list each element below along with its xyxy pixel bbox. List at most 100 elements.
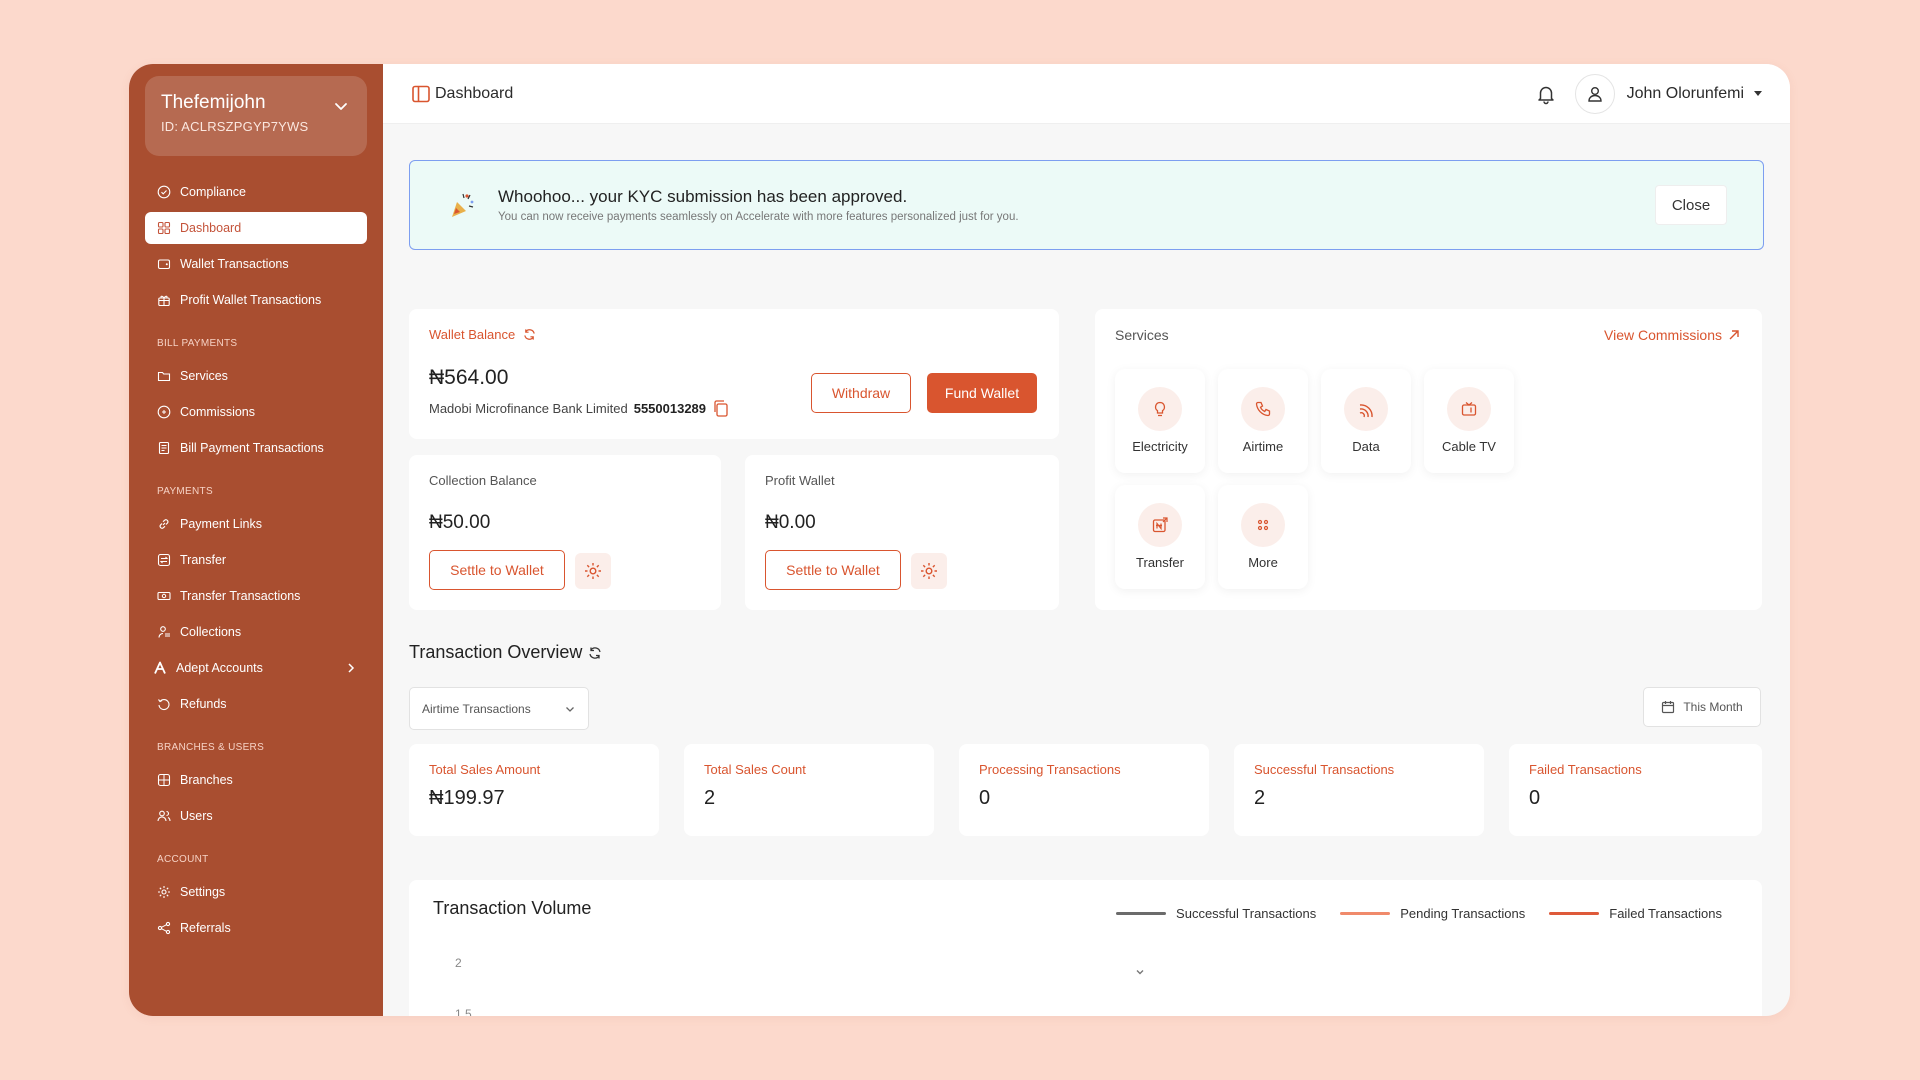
- sidebar-item-profit-wallet-transactions[interactable]: Profit Wallet Transactions: [145, 284, 367, 316]
- service-tile-electricity[interactable]: Electricity: [1115, 369, 1205, 473]
- legend-item-pending[interactable]: Pending Transactions: [1340, 906, 1525, 921]
- service-tile-airtime[interactable]: Airtime: [1218, 369, 1308, 473]
- bank-name: Madobi Microfinance Bank Limited: [429, 401, 628, 416]
- refresh-icon[interactable]: [588, 646, 602, 660]
- collection-balance-amount: ₦50.00: [429, 512, 491, 533]
- settle-to-wallet-button[interactable]: Settle to Wallet: [765, 550, 901, 590]
- caret-down-icon[interactable]: [1754, 91, 1762, 96]
- close-button[interactable]: Close: [1655, 185, 1727, 225]
- collection-settings-button[interactable]: [575, 553, 611, 589]
- sidebar-item-label: Settings: [180, 885, 226, 899]
- legend-label: Failed Transactions: [1609, 906, 1722, 921]
- stat-card-total-sales-amount: Total Sales Amount ₦199.97: [409, 744, 659, 836]
- sidebar-item-label: Bill Payment Transactions: [180, 441, 324, 455]
- copy-icon[interactable]: [713, 400, 729, 417]
- money-icon: [157, 589, 171, 603]
- sidebar-item-bill-payment-transactions[interactable]: Bill Payment Transactions: [145, 432, 367, 464]
- stat-card-successful-transactions: Successful Transactions 2: [1234, 744, 1484, 836]
- y-axis-tick: 1.5: [455, 1007, 472, 1016]
- refresh-icon[interactable]: [523, 328, 536, 341]
- service-tile-data[interactable]: Data: [1321, 369, 1411, 473]
- avatar[interactable]: [1574, 73, 1615, 114]
- branch-icon: [157, 773, 171, 787]
- naira-transfer-icon: [1152, 517, 1168, 533]
- withdraw-button[interactable]: Withdraw: [811, 373, 911, 413]
- sidebar-item-branches[interactable]: Branches: [145, 764, 367, 796]
- gear-icon: [921, 563, 937, 579]
- sidebar-item-collections[interactable]: Collections: [145, 616, 367, 648]
- service-label: Transfer: [1136, 555, 1184, 570]
- settle-to-wallet-button[interactable]: Settle to Wallet: [429, 550, 565, 590]
- sidebar-item-payment-links[interactable]: Payment Links: [145, 508, 367, 540]
- sidebar-item-users[interactable]: Users: [145, 800, 367, 832]
- stat-card-total-sales-count: Total Sales Count 2: [684, 744, 934, 836]
- service-label: Data: [1352, 439, 1380, 454]
- sidebar: Thefemijohn ID: ACLRSZPGYP7YWS Complianc…: [129, 64, 383, 1016]
- account-id: ID: ACLRSZPGYP7YWS: [161, 119, 309, 134]
- transaction-overview-title: Transaction Overview: [409, 642, 602, 663]
- sidebar-item-wallet-transactions[interactable]: Wallet Transactions: [145, 248, 367, 280]
- service-tile-transfer[interactable]: Transfer: [1115, 485, 1205, 589]
- sidebar-item-label: Payment Links: [180, 517, 262, 531]
- profit-wallet-card: Profit Wallet ₦0.00 Settle to Wallet: [745, 455, 1059, 610]
- sidebar-item-adept-accounts[interactable]: Adept Accounts: [145, 652, 367, 684]
- sidebar-nav: Compliance Dashboard Wallet Transactions…: [145, 176, 367, 944]
- gear-icon: [585, 563, 601, 579]
- link-icon: [157, 517, 171, 531]
- service-tile-more[interactable]: More: [1218, 485, 1308, 589]
- period-filter-button[interactable]: This Month: [1643, 687, 1761, 727]
- service-label: Electricity: [1132, 439, 1188, 454]
- stat-label: Failed Transactions: [1529, 762, 1642, 777]
- chart-legend: Successful Transactions Pending Transact…: [1092, 906, 1722, 921]
- gift-icon: [157, 293, 171, 307]
- collection-balance-label: Collection Balance: [429, 473, 537, 488]
- kyc-subtitle: You can now receive payments seamlessly …: [498, 211, 1019, 223]
- stat-card-processing-transactions: Processing Transactions 0: [959, 744, 1209, 836]
- nav-group-title: ACCOUNT: [157, 854, 209, 865]
- view-commissions-link[interactable]: View Commissions: [1604, 327, 1740, 343]
- stat-label: Total Sales Count: [704, 762, 806, 777]
- refund-icon: [157, 697, 171, 711]
- transaction-type-value: Airtime Transactions: [422, 701, 531, 716]
- nav-group-title: BILL PAYMENTS: [157, 338, 238, 349]
- legend-item-failed[interactable]: Failed Transactions: [1549, 906, 1722, 921]
- sidebar-item-commissions[interactable]: Commissions: [145, 396, 367, 428]
- user-name[interactable]: John Olorunfemi: [1627, 85, 1744, 103]
- sidebar-toggle-icon[interactable]: [411, 84, 431, 104]
- sidebar-item-dashboard[interactable]: Dashboard: [145, 212, 367, 244]
- sidebar-item-label: Commissions: [180, 405, 256, 419]
- adept-icon: [153, 661, 167, 675]
- topbar: Dashboard John Olorunfemi: [383, 64, 1790, 124]
- stat-label: Total Sales Amount: [429, 762, 541, 777]
- transaction-overview-label: Transaction Overview: [409, 642, 583, 662]
- service-tile-cable-tv[interactable]: Cable TV: [1424, 369, 1514, 473]
- transaction-type-select[interactable]: Airtime Transactions: [409, 687, 589, 730]
- sidebar-item-refunds[interactable]: Refunds: [145, 688, 367, 720]
- sidebar-item-label: Transfer: [180, 553, 227, 567]
- stat-card-failed-transactions: Failed Transactions 0: [1509, 744, 1762, 836]
- fund-wallet-button[interactable]: Fund Wallet: [927, 373, 1037, 413]
- bell-icon[interactable]: [1535, 83, 1557, 105]
- coin-icon: [157, 405, 171, 419]
- user-icon: [1587, 86, 1602, 102]
- stat-value: ₦199.97: [429, 787, 505, 809]
- view-commissions-label: View Commissions: [1604, 327, 1722, 343]
- sidebar-item-compliance[interactable]: Compliance: [145, 176, 367, 208]
- sidebar-item-transfer[interactable]: Transfer: [145, 544, 367, 576]
- sidebar-item-transfer-transactions[interactable]: Transfer Transactions: [145, 580, 367, 612]
- account-number: 5550013289: [633, 401, 707, 416]
- legend-item-successful[interactable]: Successful Transactions: [1116, 906, 1316, 921]
- dots-icon: [1257, 519, 1269, 531]
- period-filter-label: This Month: [1683, 700, 1743, 714]
- bulb-icon: [1154, 401, 1166, 417]
- sidebar-item-referrals[interactable]: Referrals: [145, 912, 367, 944]
- account-switcher[interactable]: Thefemijohn ID: ACLRSZPGYP7YWS: [145, 76, 367, 156]
- service-label: Airtime: [1242, 439, 1284, 454]
- share-icon: [157, 921, 171, 935]
- sidebar-item-services[interactable]: Services: [145, 360, 367, 392]
- sidebar-item-label: Services: [180, 369, 228, 383]
- main-area: Dashboard John Olorunfemi Whoohoo... you…: [383, 64, 1790, 1016]
- y-axis-tick: 2: [455, 956, 462, 970]
- sidebar-item-settings[interactable]: Settings: [145, 876, 367, 908]
- profit-settings-button[interactable]: [911, 553, 947, 589]
